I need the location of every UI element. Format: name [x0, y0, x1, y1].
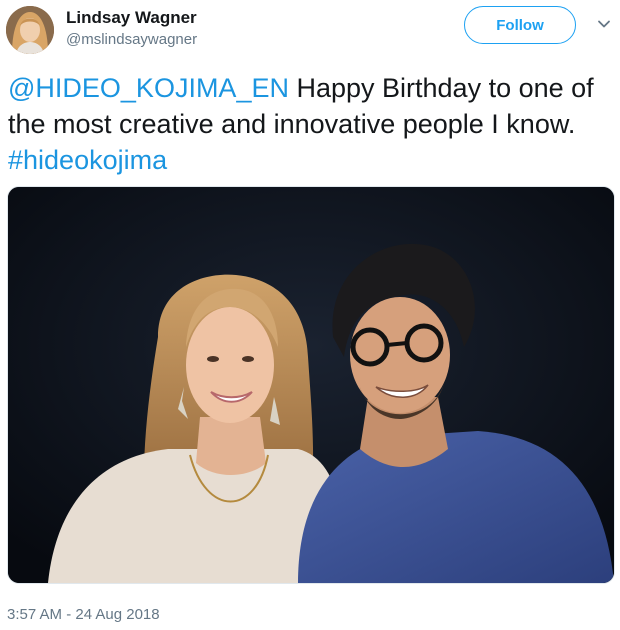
tweet-timestamp[interactable]: 3:57 AM - 24 Aug 2018 — [7, 606, 160, 623]
chevron-down-icon — [598, 20, 610, 28]
follow-button[interactable]: Follow — [464, 6, 576, 44]
author-name[interactable]: Lindsay Wagner — [66, 8, 197, 28]
tweet-menu-button[interactable] — [594, 14, 614, 34]
photo-image — [8, 187, 614, 583]
mention-link[interactable]: @HIDEO_KOJIMA_EN — [8, 73, 289, 103]
tweet-text: @HIDEO_KOJIMA_EN Happy Birthday to one o… — [8, 70, 608, 178]
author-handle[interactable]: @mslindsaywagner — [66, 31, 197, 48]
avatar-image — [6, 6, 54, 54]
hashtag-link[interactable]: #hideokojima — [8, 145, 167, 175]
tweet-header: Lindsay Wagner @mslindsaywagner Follow — [0, 0, 620, 60]
tweet-card: Lindsay Wagner @mslindsaywagner Follow @… — [0, 0, 620, 630]
avatar[interactable] — [6, 6, 54, 54]
tweet-photo[interactable] — [7, 186, 615, 584]
